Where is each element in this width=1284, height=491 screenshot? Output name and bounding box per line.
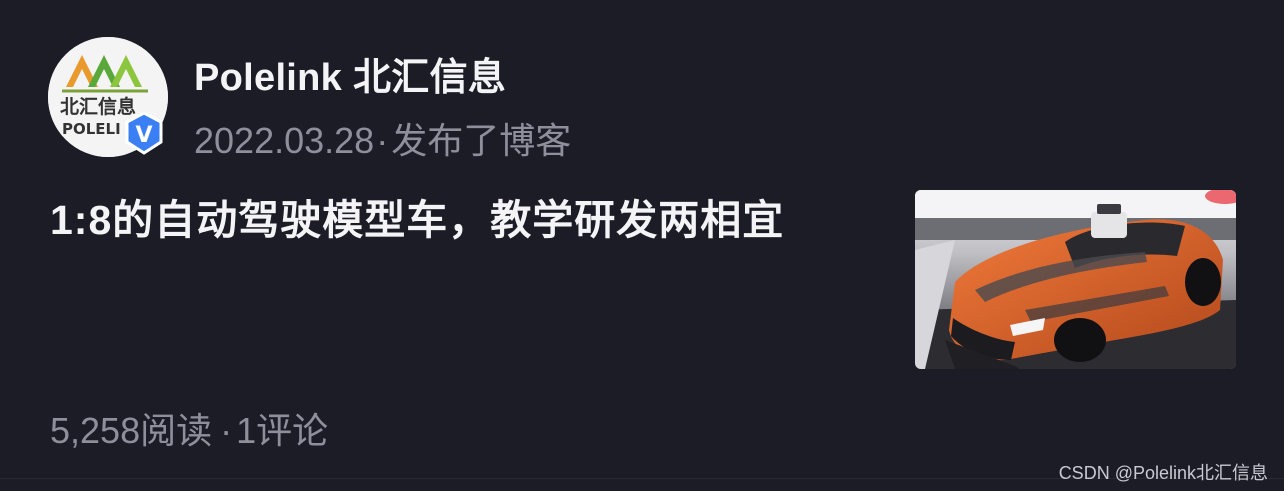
post-thumbnail[interactable] xyxy=(915,190,1236,369)
csdn-watermark: CSDN @Polelink北汇信息 xyxy=(1058,463,1268,483)
post-title[interactable]: 1:8的自动驾驶模型车，教学研发两相宜 xyxy=(50,186,890,254)
comment-count[interactable]: 1 xyxy=(236,410,256,451)
post-date: 2022.03.28 xyxy=(194,120,375,161)
author-name[interactable]: Polelink 北汇信息 xyxy=(194,46,506,101)
svg-text:V: V xyxy=(135,123,152,148)
blog-post-card[interactable]: 北汇信息 POLELI V Polelink 北汇信息 2022.03.28·发… xyxy=(0,0,1284,491)
read-count: 5,258 xyxy=(50,410,141,451)
post-stats: 5,258阅读 · 1评论 xyxy=(50,402,328,454)
post-action: 发布了博客 xyxy=(391,120,572,161)
model-car-image xyxy=(915,190,1236,369)
logo-en-text: POLELI xyxy=(62,120,121,138)
post-meta: 2022.03.28·发布了博客 xyxy=(194,112,571,164)
comment-label[interactable]: 评论 xyxy=(256,410,328,451)
meta-separator: · xyxy=(376,120,389,161)
stats-separator: · xyxy=(220,410,233,451)
verified-badge-icon: V xyxy=(125,111,163,155)
read-label: 阅读 xyxy=(140,410,213,451)
